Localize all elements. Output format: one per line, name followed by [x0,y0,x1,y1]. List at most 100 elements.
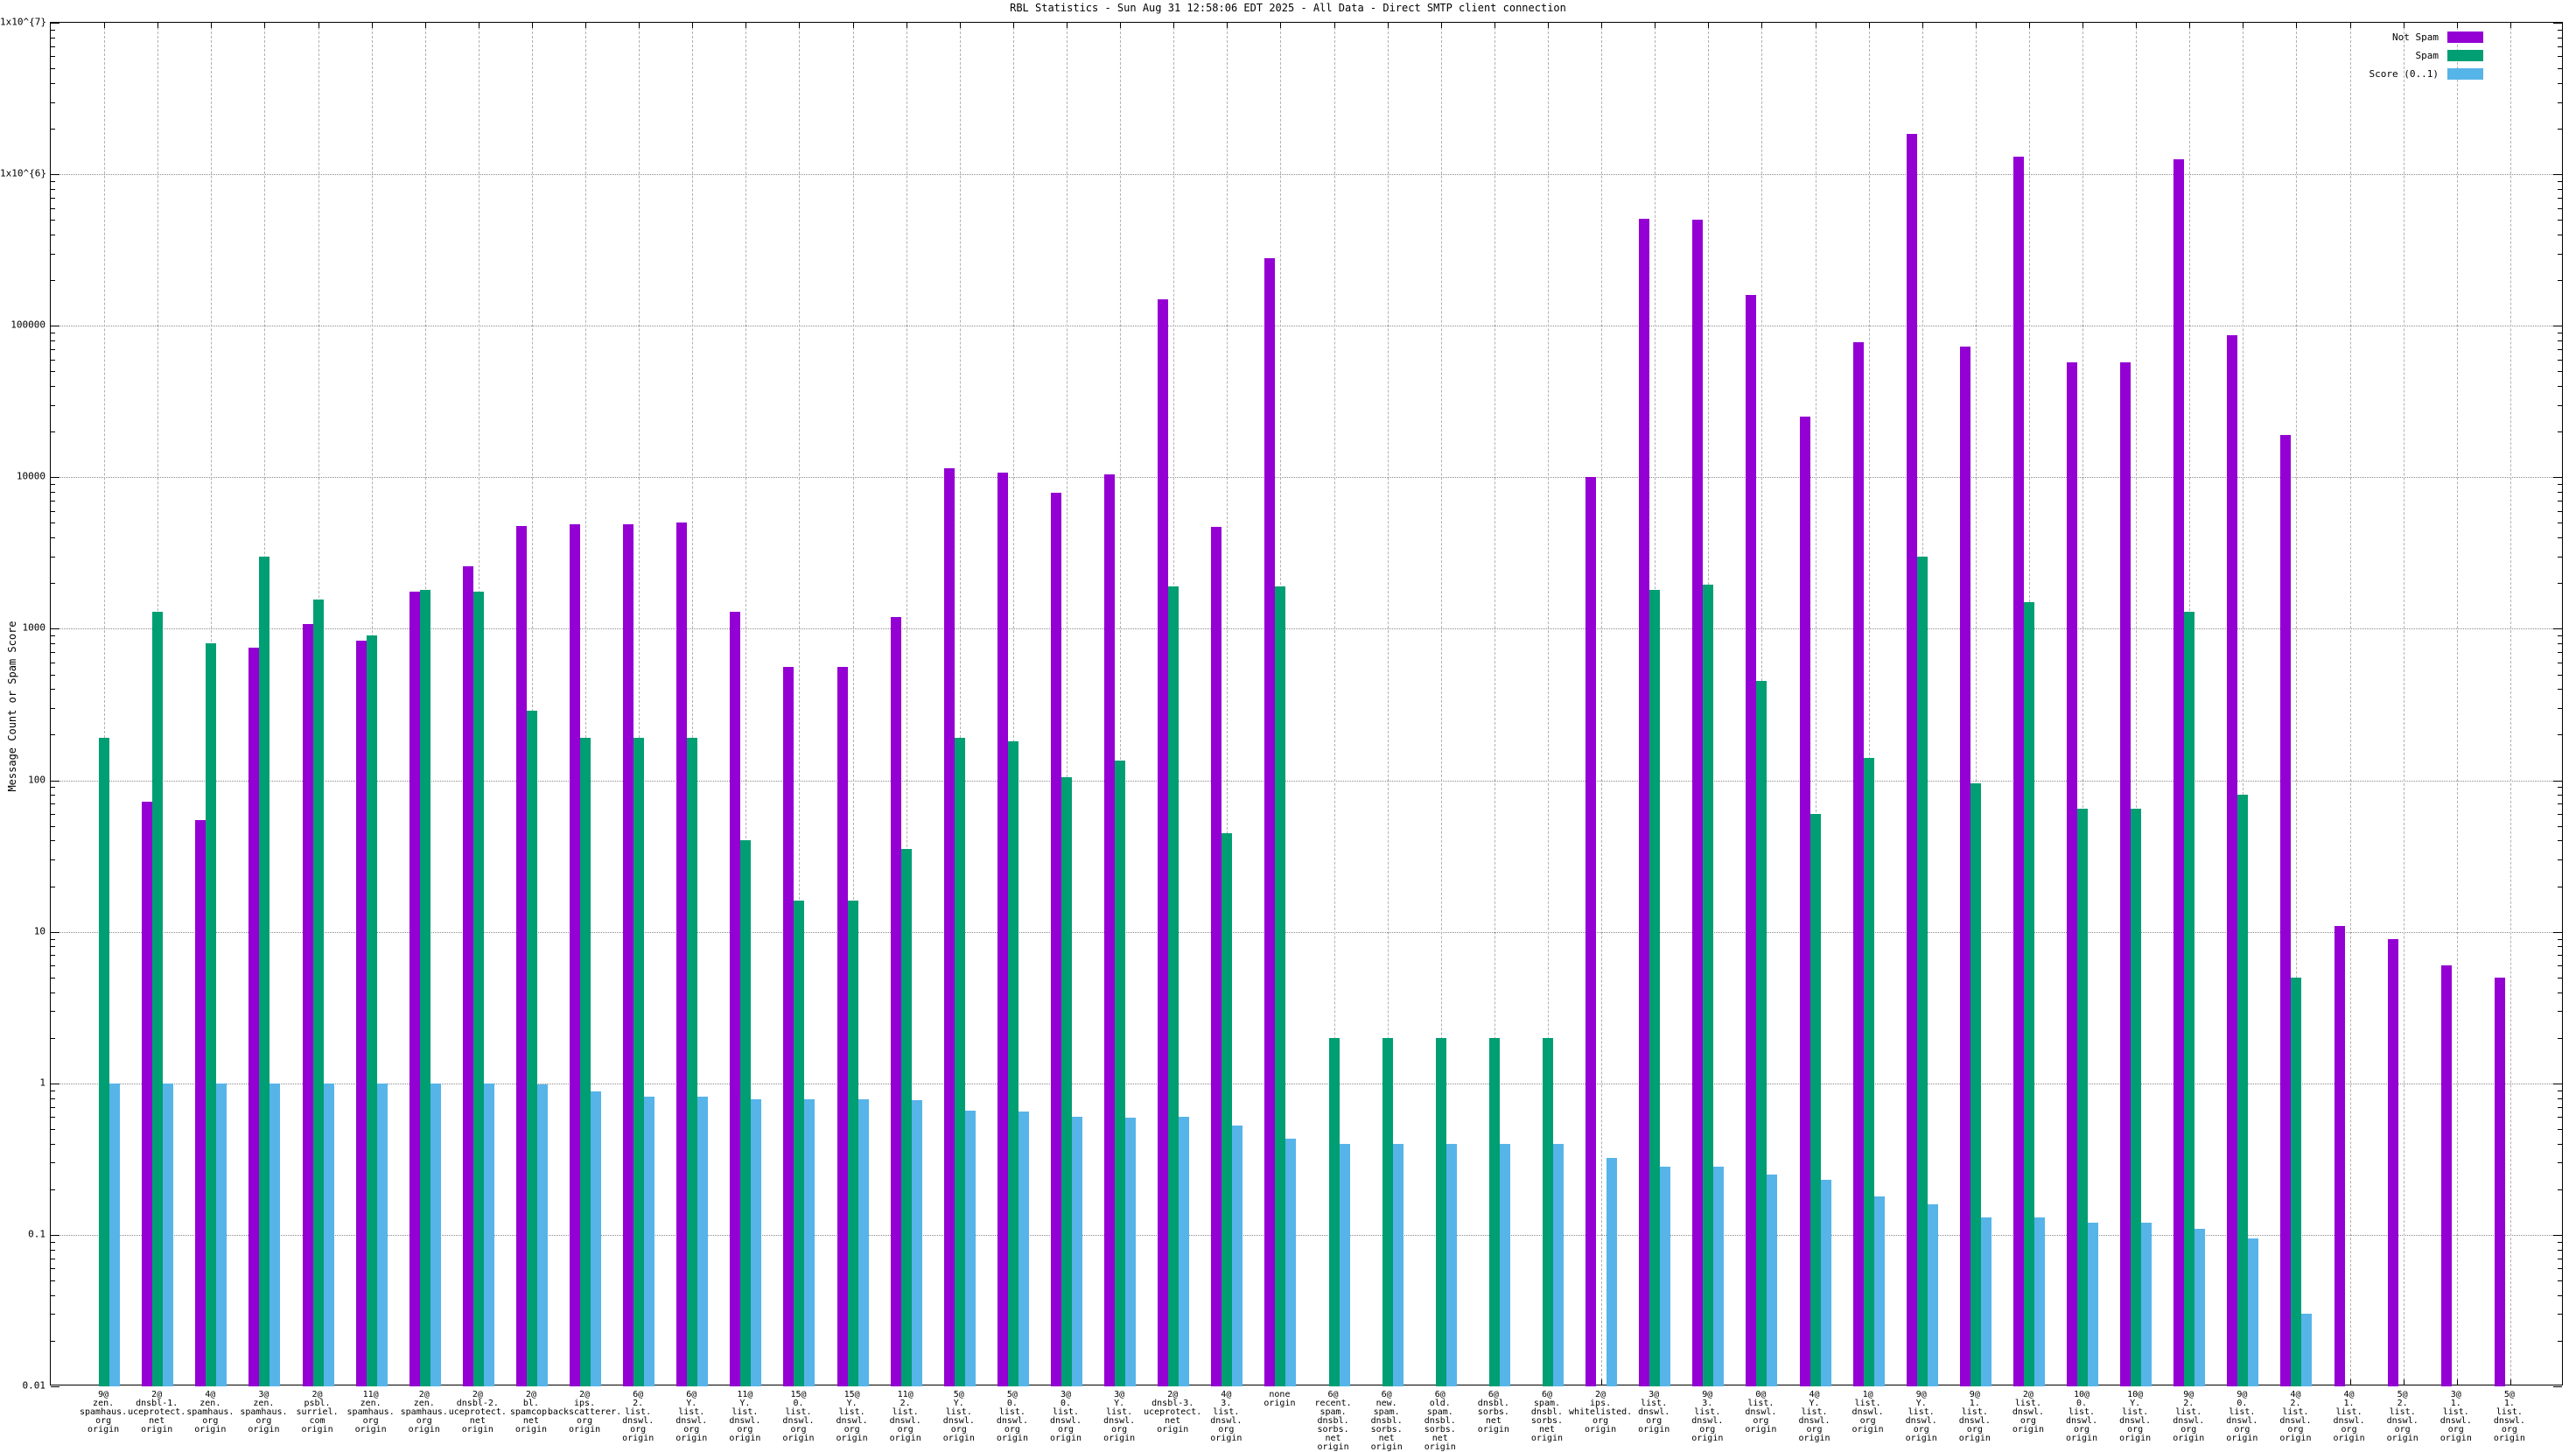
not-spam-bar [355,641,367,1386]
x-tick [1120,23,1122,28]
y-major-tick [2553,1386,2562,1387]
spam-bar [206,643,217,1386]
y-minor-tick [2558,82,2562,84]
x-tick [2349,23,2351,28]
not-spam-bar [2120,362,2132,1386]
score-bar [483,1083,494,1386]
score-bar [2141,1223,2152,1386]
x-tick-label: 4@ 1. list. dnswl. org origin [2333,1390,2365,1443]
y-minor-tick [2558,181,2562,183]
x-tick-label: 9@ 3. list. dnswl. org origin [1691,1390,1724,1443]
y-minor-tick [2558,707,2562,709]
y-minor-tick [2558,965,2562,967]
chart-title: RBL Statistics - Sun Aug 31 12:58:06 EDT… [1010,2,1566,14]
score-bar [430,1083,441,1386]
y-minor-tick [51,1340,55,1342]
h-gridline [51,174,2562,176]
not-spam-bar [836,667,848,1386]
y-minor-tick [2558,371,2562,373]
score-bar [1285,1139,1297,1386]
y-minor-tick [51,583,55,585]
x-tick [1387,23,1389,28]
score-bar [1339,1143,1350,1386]
y-minor-tick [2558,29,2562,31]
x-tick-label: 5@ 2. list. dnswl. org origin [2386,1390,2418,1443]
x-tick-label: 2@ ips. backscatterer. org origin [547,1390,622,1434]
x-tick-label: 0@ list. dnswl. org origin [1745,1390,1777,1434]
y-tick-label: 0.1 [28,1228,46,1240]
y-minor-tick [51,220,55,221]
spam-bar [1061,776,1073,1386]
x-tick-label: 10@ Y. list. dnswl. org origin [2119,1390,2152,1443]
y-minor-tick [2558,280,2562,282]
y-minor-tick [2558,102,2562,103]
y-minor-tick [51,181,55,183]
v-gridline [2510,23,2511,1385]
y-minor-tick [2558,501,2562,502]
score-bar [644,1096,655,1386]
not-spam-bar [783,667,794,1386]
y-major-tick [51,23,60,24]
y-minor-tick [51,977,55,979]
y-minor-tick [2558,643,2562,645]
y-minor-tick [2558,1294,2562,1296]
y-minor-tick [51,955,55,957]
x-tick [1761,23,1763,28]
x-tick [2510,23,2511,28]
y-minor-tick [51,207,55,209]
y-major-tick [2553,23,2562,24]
y-minor-tick [2558,1106,2562,1108]
x-tick-label: 6@ recent. spam. dnsbl. sorbs. net origi… [1314,1390,1352,1452]
score-bar [2301,1314,2313,1386]
y-minor-tick [2558,431,2562,433]
y-minor-tick [2558,977,2562,979]
spam-swatch [2447,50,2483,61]
x-tick [852,23,854,28]
y-minor-tick [51,859,55,861]
y-major-tick [2553,931,2562,933]
legend-label-score: Score (0..1) [2369,68,2439,80]
score-bar [2088,1223,2099,1386]
score-bar [1179,1117,1190,1386]
score-bar [1072,1117,1083,1386]
y-minor-tick [51,1189,55,1190]
y-minor-tick [51,371,55,373]
x-tick-label: 6@ Y. list. dnswl. org origin [676,1390,708,1443]
x-tick [211,23,213,28]
x-tick-label: 9@ Y. list. dnswl. org origin [1905,1390,1937,1443]
x-tick-label: 5@ 0. list. dnswl. org origin [996,1390,1028,1443]
y-major-tick [2553,628,2562,630]
x-tick-label: 11@ Y. list. dnswl. org origin [729,1390,761,1443]
y-minor-tick [2558,188,2562,190]
spam-bar [1222,832,1233,1386]
h-gridline [51,477,2562,479]
x-tick [2028,23,2030,28]
y-minor-tick [51,102,55,103]
y-minor-tick [51,840,55,842]
y-minor-tick [51,813,55,815]
score-bar [1980,1217,1992,1386]
v-gridline [2456,23,2458,1385]
y-minor-tick [51,1143,55,1145]
spam-bar [152,611,164,1386]
y-major-tick [2553,477,2562,479]
y-minor-tick [2558,1280,2562,1281]
y-minor-tick [2558,1011,2562,1013]
y-minor-tick [51,29,55,31]
score-bar [2248,1238,2259,1386]
y-tick-label: 1000 [22,621,46,634]
score-swatch [2447,68,2483,80]
spam-bar [634,738,645,1386]
score-bar [270,1083,281,1386]
x-tick [478,23,480,28]
x-tick [1334,23,1335,28]
y-major-tick [51,477,60,479]
y-minor-tick [51,46,55,47]
spam-bar [1863,758,1874,1386]
score-bar [163,1083,174,1386]
spam-bar [954,738,965,1386]
not-spam-bar [462,565,473,1386]
spam-bar [1649,590,1661,1386]
y-minor-tick [2558,955,2562,957]
y-minor-tick [2558,484,2562,486]
